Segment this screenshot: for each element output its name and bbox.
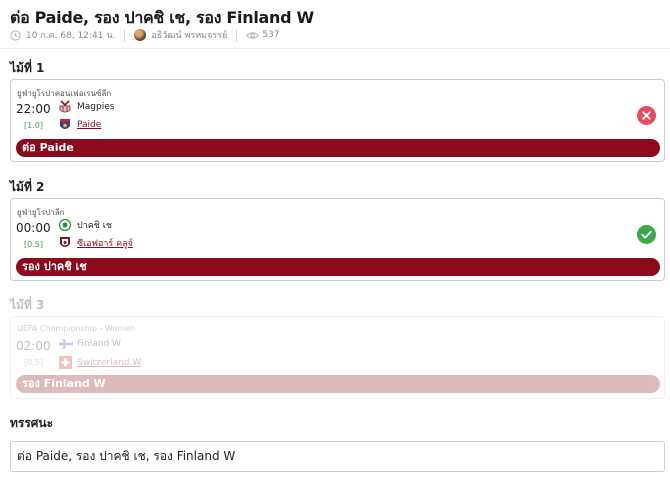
- clock-icon: [10, 29, 21, 41]
- away-team[interactable]: ซีเอฟอาร์ คลูจ์: [59, 236, 133, 250]
- eye-icon: [246, 30, 259, 41]
- away-team-link[interactable]: Paide: [77, 120, 101, 130]
- league-name: ยูฟ่ายูโรปาคอนเฟอเรนซ์ลีก: [17, 89, 112, 98]
- handicap-value: [1.0]: [24, 121, 43, 130]
- home-team-name: ปาคชิ เช: [77, 221, 112, 231]
- league-name: ยูฟ่ายูโรปาลีก: [17, 208, 65, 217]
- author-name[interactable]: อธิวัฒน์ พรหมจรรย์: [151, 28, 227, 42]
- away-team[interactable]: Paide: [59, 118, 101, 132]
- finland-flag-icon: [58, 337, 74, 351]
- pick-3-heading: ไม้ที่ 3: [10, 298, 45, 312]
- kickoff-time: 02:00: [16, 339, 51, 353]
- pick-3-card: UEFA Championship - Women 02:00 [0.5] Fi…: [10, 316, 665, 399]
- pick-1-selection: ต่อ Paide: [16, 139, 660, 157]
- header-divider: [0, 48, 670, 49]
- away-team-link[interactable]: Switzerland W: [77, 358, 141, 368]
- cluj-crest-icon: [59, 236, 71, 250]
- home-team: Finland W: [58, 337, 121, 351]
- view-count: 537: [262, 30, 280, 40]
- pick-3-selection: รอง Finland W: [16, 375, 660, 393]
- kickoff-time: 22:00: [16, 102, 51, 116]
- home-team: ปาคชิ เช: [58, 218, 112, 232]
- home-team-name: Magpies: [77, 102, 115, 112]
- kickoff-time: 00:00: [16, 221, 51, 235]
- pick-1-card: ยูฟ่ายูโรปาคอนเฟอเรนซ์ลีก 22:00 [1.0] Ma…: [10, 79, 665, 162]
- summary-heading: ทรรศนะ: [10, 416, 54, 430]
- result-win-icon: [637, 225, 656, 244]
- away-team-link[interactable]: ซีเอฟอาร์ คลูจ์: [77, 236, 133, 250]
- meta-divider: [124, 28, 126, 42]
- pick-2-heading: ไม้ที่ 2: [10, 180, 45, 194]
- home-team-name: Finland W: [77, 339, 121, 349]
- result-lose-icon: [637, 106, 656, 125]
- pick-2-card: ยูฟ่ายูโรปาลีก 00:00 [0.5] ปาคชิ เช ซีเอ…: [10, 198, 665, 281]
- post-date: 10 ก.ค. 68, 12:41 น.: [26, 31, 116, 41]
- post-meta: 10 ก.ค. 68, 12:41 น. อธิวัฒน์ พรหมจรรย์ …: [10, 28, 280, 42]
- paksi-crest-icon: [58, 218, 72, 232]
- league-name: UEFA Championship - Women: [17, 324, 136, 333]
- magpies-crest-icon: [59, 100, 71, 114]
- meta-divider: [236, 28, 238, 42]
- handicap-value: [0.5]: [24, 358, 43, 367]
- pick-2-selection: รอง ปาคชิ เช: [16, 258, 660, 276]
- handicap-value: [0.5]: [24, 240, 43, 249]
- paide-crest-icon: [59, 118, 71, 132]
- avatar[interactable]: [134, 29, 147, 41]
- switzerland-flag-icon: [59, 356, 72, 370]
- summary-text: ต่อ Paide, รอง ปาคชิ เช, รอง Finland W: [10, 441, 665, 472]
- away-team[interactable]: Switzerland W: [59, 356, 141, 370]
- home-team: Magpies: [59, 100, 114, 114]
- pick-1-heading: ไม้ที่ 1: [10, 61, 45, 75]
